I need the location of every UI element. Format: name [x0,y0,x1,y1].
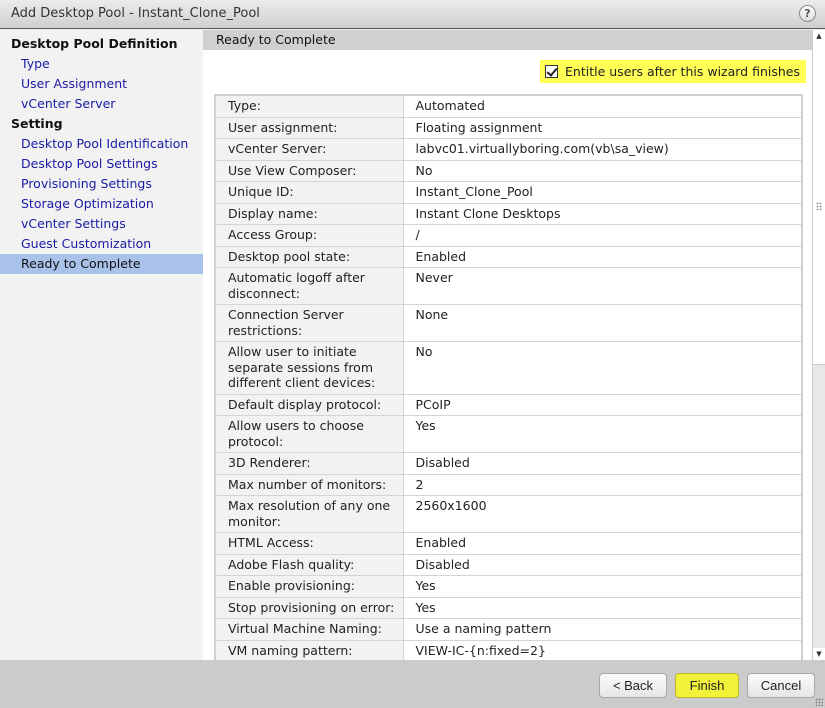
summary-key: HTML Access: [214,532,404,555]
summary-row: Automatic logoff after disconnect: Never [214,267,803,305]
summary-row: Allow user to initiate separate sessions… [214,341,803,395]
summary-value: Yes [402,596,803,619]
wizard-steps-sidebar: Desktop Pool Definition Type User Assign… [0,30,203,660]
summary-value: Instant_Clone_Pool [402,181,803,204]
summary-value: None [402,304,803,342]
summary-key: Automatic logoff after disconnect: [214,267,404,305]
summary-key: Use View Composer: [214,159,404,182]
summary-row: Max number of monitors: 2 [214,473,803,496]
summary-value: 2560x1600 [402,495,803,533]
summary-table: Type: Automated User assignment: Floating a… [214,94,803,660]
summary-value: Yes [402,415,803,453]
summary-row: VM naming pattern: VIEW-IC-{n:fixed=2} [214,639,803,660]
summary-key: Allow users to choose protocol: [214,415,404,453]
summary-key: VM naming pattern: [214,639,404,660]
finish-button[interactable]: Finish [675,673,739,698]
summary-row: Adobe Flash quality: Disabled [214,553,803,576]
summary-row: Display name: Instant Clone Desktops [214,202,803,225]
sidebar-item-guest-customization[interactable]: Guest Customization [0,234,203,254]
summary-value: Disabled [402,452,803,475]
scroll-up-arrow-icon[interactable]: ▲ [813,30,825,42]
summary-row: HTML Access: Enabled [214,532,803,555]
section-desktop-pool-definition: Desktop Pool Definition [11,36,178,51]
summary-value: 2 [402,473,803,496]
summary-value: Enabled [402,532,803,555]
cancel-button[interactable]: Cancel [747,673,815,698]
summary-row: Max resolution of any one monitor: 2560x1… [214,495,803,533]
step-title: Ready to Complete [203,30,812,50]
wizard-content: Ready to Complete Entitle users after th… [203,30,812,660]
summary-row: Unique ID: Instant_Clone_Pool [214,181,803,204]
summary-key: Max resolution of any one monitor: [214,495,404,533]
summary-value: Enabled [402,245,803,268]
sidebar-item-vcenter-server[interactable]: vCenter Server [0,94,203,114]
summary-key: Display name: [214,202,404,225]
checkbox-checked-icon[interactable] [545,65,559,78]
sidebar-item-vcenter-settings[interactable]: vCenter Settings [0,214,203,234]
dialog-footer: < Back Finish Cancel [0,660,825,708]
entitle-users-label: Entitle users after this wizard finishes [565,64,800,79]
summary-value: PCoIP [402,393,803,416]
summary-value: Disabled [402,553,803,576]
summary-key: Unique ID: [214,181,404,204]
sidebar-item-provisioning-settings[interactable]: Provisioning Settings [0,174,203,194]
help-icon[interactable]: ? [799,5,816,22]
summary-row: Use View Composer: No [214,159,803,182]
summary-key: Max number of monitors: [214,473,404,496]
sidebar-item-type[interactable]: Type [0,54,203,74]
summary-row: Connection Server restrictions: None [214,304,803,342]
summary-key: 3D Renderer: [214,452,404,475]
sidebar-item-ready-to-complete[interactable]: Ready to Complete [0,254,203,274]
summary-row: Desktop pool state: Enabled [214,245,803,268]
section-setting: Setting [11,116,63,131]
summary-key: Type: [214,94,404,118]
scrollbar-thumb[interactable] [813,42,825,365]
summary-value: Floating assignment [402,116,803,139]
summary-value: VIEW-IC-{n:fixed=2} [402,639,803,660]
scroll-down-arrow-icon[interactable]: ▼ [813,648,825,660]
summary-value: Never [402,267,803,305]
summary-row: vCenter Server: labvc01.virtuallyboring.c… [214,138,803,161]
summary-row: Enable provisioning: Yes [214,575,803,598]
dialog-titlebar: Add Desktop Pool - Instant_Clone_Pool ? [0,0,825,29]
summary-row: Stop provisioning on error: Yes [214,596,803,619]
dialog-title: Add Desktop Pool - Instant_Clone_Pool [11,6,260,21]
sidebar-item-user-assignment[interactable]: User Assignment [0,74,203,94]
summary-row: Virtual Machine Naming: Use a naming patt… [214,618,803,641]
summary-value: No [402,341,803,395]
summary-key: vCenter Server: [214,138,404,161]
summary-value: Automated [402,94,803,118]
vertical-scrollbar[interactable]: ▲ ▼ [812,30,825,660]
summary-key: Access Group: [214,224,404,247]
summary-row: Access Group: / [214,224,803,247]
summary-key: Connection Server restrictions: [214,304,404,342]
summary-key: Allow user to initiate separate sessions… [214,341,404,395]
summary-row: Default display protocol: PCoIP [214,393,803,416]
summary-row: User assignment: Floating assignment [214,116,803,139]
resize-grip-icon[interactable] [815,698,823,706]
grip-icon [816,202,822,210]
back-button[interactable]: < Back [599,673,667,698]
sidebar-item-desktop-pool-identification[interactable]: Desktop Pool Identification [0,134,203,154]
sidebar-item-desktop-pool-settings[interactable]: Desktop Pool Settings [0,154,203,174]
summary-key: Stop provisioning on error: [214,596,404,619]
sidebar-item-storage-optimization[interactable]: Storage Optimization [0,194,203,214]
summary-key: Desktop pool state: [214,245,404,268]
summary-key: Default display protocol: [214,393,404,416]
summary-key: User assignment: [214,116,404,139]
summary-value: No [402,159,803,182]
summary-value: labvc01.virtuallyboring.com(vb\sa_view) [402,138,803,161]
summary-row: Type: Automated [214,94,803,118]
summary-key: Virtual Machine Naming: [214,618,404,641]
summary-value: Yes [402,575,803,598]
summary-row: 3D Renderer: Disabled [214,452,803,475]
summary-value: Instant Clone Desktops [402,202,803,225]
summary-row: Allow users to choose protocol: Yes [214,415,803,453]
summary-key: Adobe Flash quality: [214,553,404,576]
entitle-users-checkbox[interactable]: Entitle users after this wizard finishes [540,60,806,83]
summary-key: Enable provisioning: [214,575,404,598]
summary-value: Use a naming pattern [402,618,803,641]
summary-value: / [402,224,803,247]
